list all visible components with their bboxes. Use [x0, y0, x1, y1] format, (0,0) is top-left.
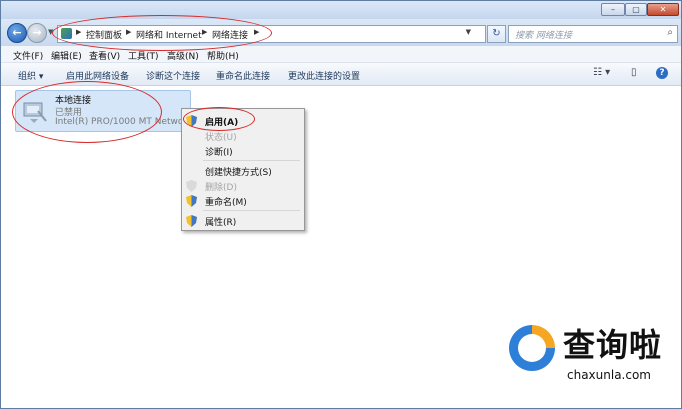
ctx-create-shortcut[interactable]: 创建快捷方式(S): [205, 165, 272, 178]
organize-button[interactable]: 组织 ▾: [18, 69, 43, 82]
back-button[interactable]: ←: [7, 23, 27, 43]
watermark-logo: 查询啦 chaxunla.com: [509, 325, 679, 405]
preview-pane-icon[interactable]: ▯: [631, 67, 637, 78]
uac-shield-icon: [186, 180, 197, 192]
watermark-name: 查询啦: [563, 326, 663, 364]
annotation-oval-address: [52, 15, 272, 51]
uac-shield-icon: [186, 215, 197, 227]
help-icon[interactable]: ?: [656, 67, 668, 79]
annotation-oval-connection: [12, 81, 162, 143]
menu-separator: [203, 160, 300, 161]
search-placeholder: 搜索 网络连接: [515, 31, 572, 41]
search-icon[interactable]: ⌕: [667, 27, 673, 38]
ctx-properties[interactable]: 属性(R): [205, 215, 236, 228]
close-button[interactable]: ✕: [647, 3, 679, 16]
address-dropdown-icon[interactable]: ▼: [466, 28, 471, 36]
diagnose-button[interactable]: 诊断这个连接: [146, 69, 200, 82]
menu-bar: 文件(F) 编辑(E) 查看(V) 工具(T) 高级(N) 帮助(H): [1, 46, 681, 63]
magnifier-logo-icon: [509, 325, 555, 371]
maximize-button[interactable]: ▢: [625, 3, 647, 16]
uac-shield-icon: [186, 195, 197, 207]
enable-device-button[interactable]: 启用此网络设备: [66, 69, 129, 82]
menu-separator: [203, 210, 300, 211]
watermark-url: chaxunla.com: [567, 368, 651, 382]
ctx-diagnose[interactable]: 诊断(I): [205, 145, 233, 158]
menu-advanced[interactable]: 高级(N): [167, 49, 199, 62]
rename-button[interactable]: 重命名此连接: [216, 69, 270, 82]
minimize-button[interactable]: –: [601, 3, 625, 16]
view-options-icon[interactable]: ☷ ▾: [593, 67, 610, 78]
menu-edit[interactable]: 编辑(E): [51, 49, 82, 62]
search-input[interactable]: 搜索 网络连接 ⌕: [508, 25, 678, 43]
ctx-delete[interactable]: 删除(D): [205, 180, 237, 193]
ctx-rename[interactable]: 重命名(M): [205, 195, 247, 208]
organize-label: 组织: [18, 72, 37, 82]
ctx-status[interactable]: 状态(U): [205, 130, 237, 143]
change-settings-button[interactable]: 更改此连接的设置: [288, 69, 360, 82]
menu-file[interactable]: 文件(F): [13, 49, 43, 62]
menu-help[interactable]: 帮助(H): [207, 49, 239, 62]
title-bar: – ▢ ✕: [1, 1, 681, 19]
refresh-button[interactable]: ↻: [487, 25, 506, 43]
annotation-oval-enable: [183, 107, 255, 131]
menu-view[interactable]: 查看(V): [89, 49, 120, 62]
forward-button[interactable]: →: [27, 23, 47, 43]
